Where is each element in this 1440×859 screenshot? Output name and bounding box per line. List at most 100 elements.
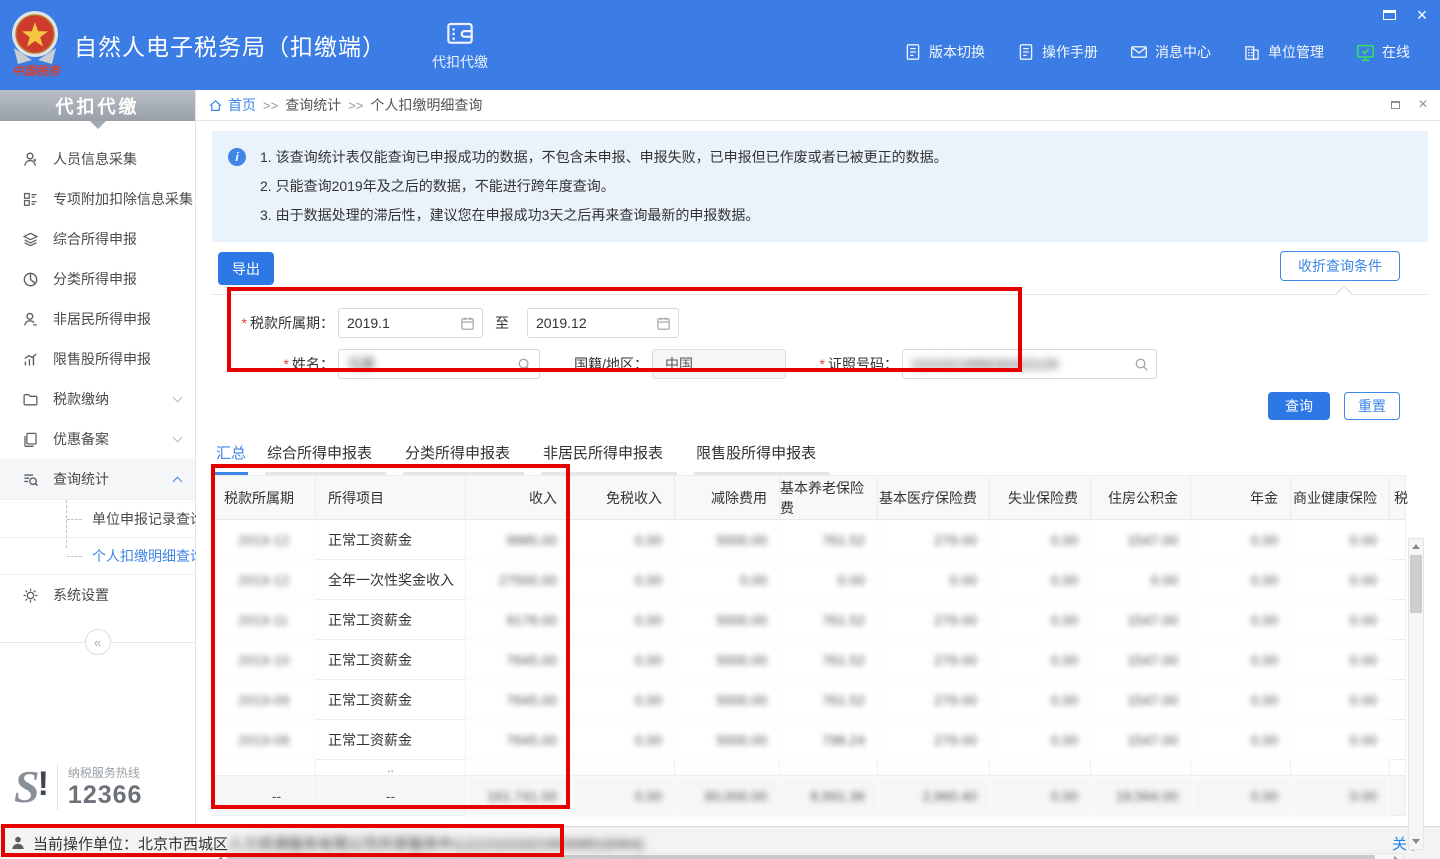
- cell-empty: [1291, 760, 1390, 776]
- hotline-number: 12366: [68, 781, 143, 810]
- tab-综合所得申报表[interactable]: 综合所得申报表: [265, 437, 386, 475]
- cell-value: 5000.00: [675, 640, 780, 680]
- sidebar-item-限售股所得申报[interactable]: 限售股所得申报: [0, 339, 195, 379]
- cell-value: 0.00: [1191, 520, 1291, 560]
- period-from-input[interactable]: 2019.1: [338, 308, 483, 338]
- scroll-left-icon[interactable]: [213, 854, 226, 859]
- sidebar-item-分类所得申报[interactable]: 分类所得申报: [0, 259, 195, 299]
- panel-close-icon[interactable]: ×: [1416, 98, 1430, 112]
- building-icon: [1243, 43, 1261, 61]
- sidebar-item-税款缴纳[interactable]: 税款缴纳: [0, 379, 195, 419]
- column-header-免税收入: 免税收入: [570, 475, 675, 520]
- column-header-税: 税: [1390, 475, 1406, 520]
- sidebar-item-专项附加扣除信息采集[interactable]: 专项附加扣除信息采集: [0, 179, 195, 219]
- sidebar-menu: 人员信息采集专项附加扣除信息采集综合所得申报分类所得申报非居民所得申报限售股所得…: [0, 139, 195, 615]
- name-value: 马某: [339, 354, 383, 374]
- cell-value: 1547.00: [1091, 640, 1191, 680]
- table-row: 2019-10正常工资薪金7645.000.005000.00761.52279…: [212, 640, 1406, 680]
- search-icon[interactable]: [1134, 357, 1149, 372]
- export-button[interactable]: 导出: [218, 252, 274, 285]
- window-close-icon[interactable]: ×: [1414, 8, 1430, 22]
- cell-value: 18,564.00: [1091, 776, 1191, 816]
- sidebar-item-查询统计[interactable]: 查询统计: [0, 459, 195, 499]
- cell-item: 全年一次性奖金收入: [316, 560, 466, 600]
- header-nav-daikou[interactable]: 代扣代缴: [432, 18, 488, 72]
- calendar-icon[interactable]: [460, 316, 475, 331]
- sidebar-item-label: 综合所得申报: [53, 229, 181, 249]
- sidebar-item-优惠备案[interactable]: 优惠备案: [0, 419, 195, 459]
- tax-bureau-logo-icon: 中国税务: [8, 8, 62, 82]
- window-minimize-icon[interactable]: [1348, 8, 1364, 22]
- sidebar-collapse-button[interactable]: «: [85, 629, 111, 655]
- header-menu-manual[interactable]: 操作手册: [1017, 42, 1098, 62]
- cell-empty: [675, 760, 780, 776]
- toolbar: 导出 收折查询条件: [212, 242, 1428, 294]
- cell-period: 2019-11: [212, 600, 316, 640]
- cell-period: 2019-10: [212, 640, 316, 680]
- header-menu-label: 版本切换: [929, 42, 985, 62]
- tab-分类所得申报表[interactable]: 分类所得申报表: [403, 437, 524, 475]
- cell-item: 正常工资薪金: [316, 680, 466, 720]
- form-list-icon: [22, 191, 39, 208]
- reset-button[interactable]: 重置: [1344, 392, 1400, 420]
- vertical-scrollbar[interactable]: [1408, 538, 1424, 850]
- sidebar-item-label: 系统设置: [53, 585, 181, 605]
- header-menu-unit-management[interactable]: 单位管理: [1243, 42, 1324, 62]
- sidebar-item-系统设置[interactable]: 系统设置: [0, 575, 195, 615]
- header-menu-version-switch[interactable]: 版本切换: [904, 42, 985, 62]
- tab-限售股所得申报表[interactable]: 限售股所得申报表: [694, 437, 830, 475]
- query-form: *税款所属期： 2019.1 至 2019.12: [212, 294, 1428, 427]
- scroll-up-icon[interactable]: [1409, 539, 1423, 554]
- column-header-住房公积金: 住房公积金: [1091, 475, 1191, 520]
- cell-value: 798.24: [780, 720, 878, 760]
- horizontal-scrollbar[interactable]: [212, 853, 1404, 859]
- sidebar-item-label: 税款缴纳: [53, 389, 174, 409]
- cell-value: 761.52: [780, 680, 878, 720]
- horizontal-scroll-thumb[interactable]: [227, 855, 1375, 859]
- period-to-separator: 至: [495, 313, 509, 333]
- sidebar-item-非居民所得申报[interactable]: 非居民所得申报: [0, 299, 195, 339]
- cell-value: 1547.00: [1091, 680, 1191, 720]
- cell-empty: [570, 760, 675, 776]
- collapse-query-button[interactable]: 收折查询条件: [1280, 251, 1400, 281]
- tab-汇总[interactable]: 汇总: [214, 437, 248, 475]
- vertical-scroll-thumb[interactable]: [1410, 555, 1422, 613]
- period-from-value: 2019.1: [339, 315, 398, 331]
- cell-value: 0.00: [990, 776, 1091, 816]
- id-number-value: 1101021999030422129: [903, 356, 1066, 372]
- sidebar-item-label: 非居民所得申报: [53, 309, 181, 329]
- cell-value: 0.00: [1191, 720, 1291, 760]
- sidebar-banner-triangle: [90, 121, 106, 137]
- cell-value: 0.00: [570, 560, 675, 600]
- search-icon[interactable]: [517, 357, 532, 372]
- cell-period: 2019-08: [212, 720, 316, 760]
- sidebar-subitem-单位申报记录查询[interactable]: 单位申报记录查询: [0, 500, 195, 537]
- window-restore-icon[interactable]: [1381, 8, 1397, 22]
- main-panel: 首页 >> 查询统计 >> 个人扣缴明细查询 × i 1. 该查询统计表仅能查询…: [196, 90, 1440, 826]
- header-menu-message-center[interactable]: 消息中心: [1130, 42, 1211, 62]
- period-to-input[interactable]: 2019.12: [527, 308, 679, 338]
- sidebar-item-label: 分类所得申报: [53, 269, 181, 289]
- query-button[interactable]: 查询: [1268, 392, 1330, 420]
- cell-empty: [990, 760, 1091, 776]
- sidebar-item-综合所得申报[interactable]: 综合所得申报: [0, 219, 195, 259]
- cell-value: 27500.00: [466, 560, 570, 600]
- scroll-right-icon[interactable]: [1390, 854, 1403, 859]
- sidebar-subitem-个人扣缴明细查询[interactable]: 个人扣缴明细查询: [0, 537, 195, 574]
- cell-value: 60,000.00: [675, 776, 780, 816]
- id-number-input[interactable]: 1101021999030422129: [902, 349, 1157, 379]
- column-header-年金: 年金: [1191, 475, 1291, 520]
- sidebar-submenu: 单位申报记录查询个人扣缴明细查询: [0, 499, 195, 575]
- cell-value: 5000.00: [675, 520, 780, 560]
- tab-非居民所得申报表[interactable]: 非居民所得申报表: [541, 437, 677, 475]
- breadcrumb-home[interactable]: 首页: [228, 95, 256, 115]
- name-input[interactable]: 马某: [338, 349, 540, 379]
- panel-restore-icon[interactable]: [1388, 98, 1402, 112]
- sidebar-item-人员信息采集[interactable]: 人员信息采集: [0, 139, 195, 179]
- scroll-down-icon[interactable]: [1409, 834, 1423, 849]
- cell-empty: [212, 760, 316, 776]
- cell-value: 279.00: [878, 600, 990, 640]
- header-menu: 版本切换 操作手册 消息中心 单位管理: [904, 42, 1324, 62]
- cell-value: 9985.00: [466, 520, 570, 560]
- calendar-icon[interactable]: [656, 316, 671, 331]
